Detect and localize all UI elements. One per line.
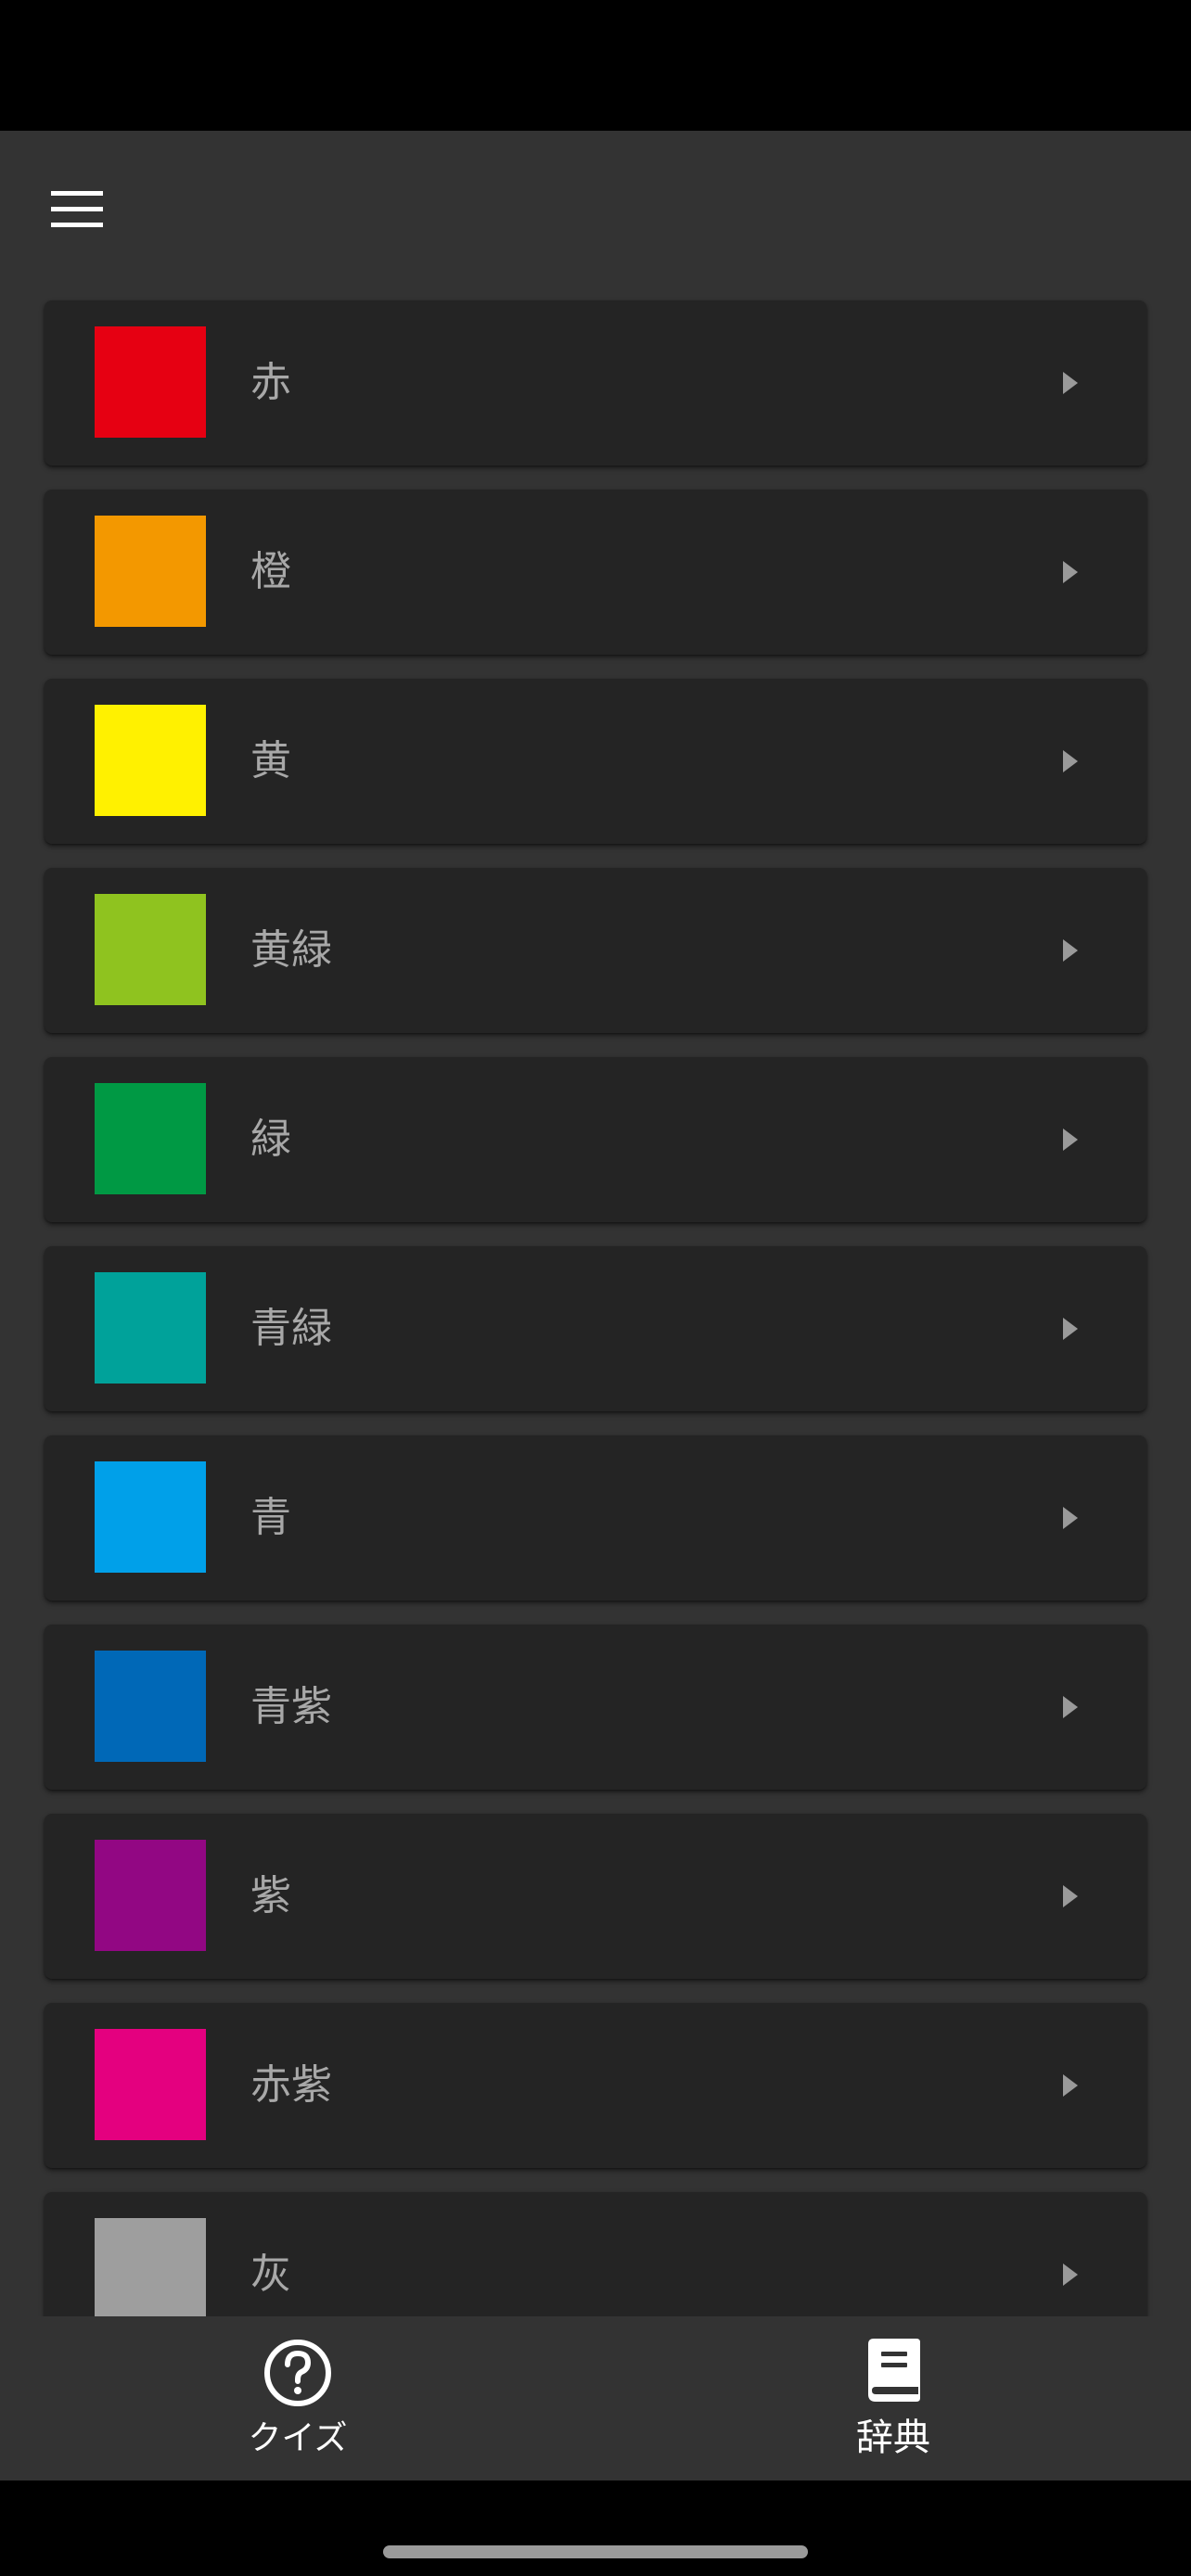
app-screen: 赤橙黄黄緑緑青緑青青紫紫赤紫灰 クイズ 辞典	[0, 131, 1191, 2480]
color-list-item[interactable]: 灰	[45, 2192, 1146, 2316]
bottom-navigation: クイズ 辞典	[0, 2316, 1191, 2480]
color-swatch	[95, 1651, 206, 1762]
chevron-right-icon	[1063, 1696, 1078, 1718]
color-list-item[interactable]: 緑	[45, 1057, 1146, 1222]
color-name-label: 黄	[250, 737, 291, 784]
color-list-item[interactable]: 黄緑	[45, 868, 1146, 1033]
color-name-label: 青緑	[250, 1305, 332, 1352]
color-swatch	[95, 2218, 206, 2316]
nav-tab-quiz[interactable]: クイズ	[0, 2316, 596, 2480]
chevron-right-icon	[1063, 372, 1078, 394]
color-list-item[interactable]: 青紫	[45, 1625, 1146, 1790]
color-swatch	[95, 1840, 206, 1951]
color-swatch	[95, 2029, 206, 2140]
color-swatch	[95, 1461, 206, 1573]
color-name-label: 赤	[250, 359, 291, 406]
chevron-right-icon	[1063, 561, 1078, 583]
color-name-label: 赤紫	[250, 2061, 332, 2109]
color-swatch	[95, 1272, 206, 1384]
color-list-item[interactable]: 青	[45, 1435, 1146, 1600]
hamburger-menu-icon	[51, 191, 103, 227]
color-name-label: 青紫	[250, 1683, 332, 1730]
color-list: 赤橙黄黄緑緑青緑青青紫紫赤紫灰	[0, 131, 1191, 2316]
color-name-label: 灰	[250, 2251, 291, 2298]
color-list-item[interactable]: 紫	[45, 1814, 1146, 1979]
color-name-label: 紫	[250, 1872, 291, 1919]
status-bar	[0, 0, 1191, 131]
color-swatch	[95, 894, 206, 1005]
color-swatch	[95, 1083, 206, 1194]
chevron-right-icon	[1063, 939, 1078, 962]
app-bar	[0, 131, 1191, 285]
chevron-right-icon	[1063, 2074, 1078, 2097]
chevron-right-icon	[1063, 1318, 1078, 1340]
color-name-label: 青	[250, 1494, 291, 1541]
chevron-right-icon	[1063, 1507, 1078, 1529]
color-swatch	[95, 516, 206, 627]
book-icon	[868, 2339, 920, 2402]
color-swatch	[95, 326, 206, 438]
color-list-item[interactable]: 赤紫	[45, 2003, 1146, 2168]
chevron-right-icon	[1063, 1885, 1078, 1907]
home-area	[0, 2480, 1191, 2576]
color-list-item[interactable]: 青緑	[45, 1246, 1146, 1411]
home-indicator[interactable]	[383, 2545, 808, 2558]
nav-label-quiz: クイズ	[248, 2419, 348, 2457]
color-list-item[interactable]: 黄	[45, 679, 1146, 844]
nav-tab-dictionary[interactable]: 辞典	[596, 2316, 1191, 2480]
chevron-right-icon	[1063, 750, 1078, 772]
menu-button[interactable]	[37, 170, 117, 249]
color-name-label: 緑	[250, 1116, 291, 1163]
color-swatch	[95, 705, 206, 816]
chevron-right-icon	[1063, 2264, 1078, 2286]
color-list-item[interactable]: 赤	[45, 300, 1146, 465]
nav-label-dictionary: 辞典	[856, 2417, 930, 2459]
color-name-label: 橙	[250, 548, 291, 595]
color-name-label: 黄緑	[250, 926, 332, 974]
color-list-item[interactable]: 橙	[45, 490, 1146, 655]
help-circle-icon	[264, 2340, 331, 2406]
chevron-right-icon	[1063, 1129, 1078, 1151]
